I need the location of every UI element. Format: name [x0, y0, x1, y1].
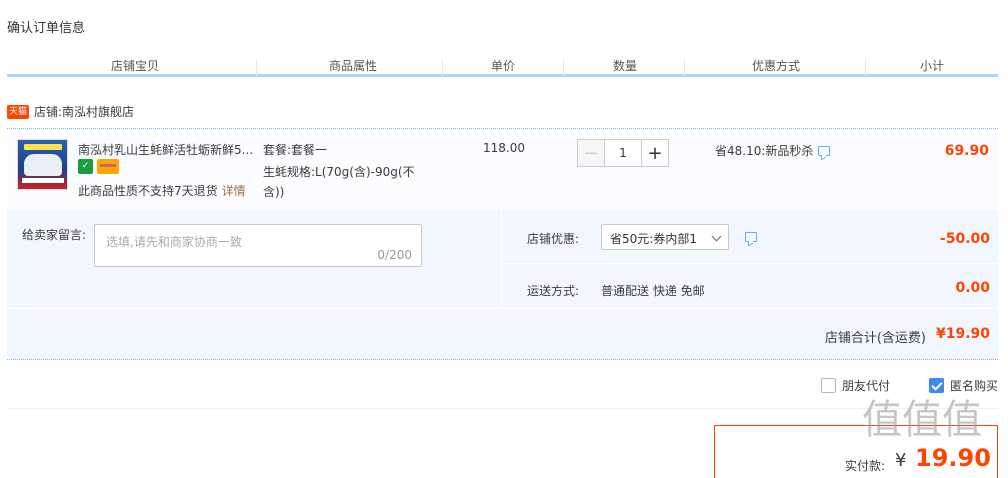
tmall-badge-icon: 天猫: [7, 104, 30, 119]
col-subtotal: 小计: [920, 59, 945, 73]
col-shop-item: 店铺宝贝: [111, 59, 160, 73]
shop-name-link[interactable]: 店铺:南泓村旗舰店: [34, 103, 134, 120]
col-divider: [684, 59, 685, 76]
shop-total-value: ¥19.90: [935, 326, 990, 342]
col-quantity: 数量: [613, 59, 638, 73]
attr-spec: 生蚝规格:L(70g(含)-90g(不含)): [263, 165, 415, 199]
col-unit-price: 单价: [491, 59, 516, 73]
col-discount: 优惠方式: [752, 59, 801, 73]
page-title: 确认订单信息: [7, 21, 86, 36]
col-divider: [563, 59, 564, 76]
anonymous-label: 匿名购买: [950, 379, 999, 393]
shipping-label: 运送方式:: [527, 284, 580, 298]
col-attributes: 商品属性: [329, 59, 378, 73]
shipping-price: 0.00: [955, 280, 990, 296]
message-char-count: 0/200: [377, 248, 412, 262]
order-extras-panel: 给卖家留言: 选填,请先和商家协商一致 0/200 店铺优惠: 省50元:券内部…: [7, 210, 998, 308]
quantity-decrease-button[interactable]: −: [577, 139, 605, 167]
shop-total-bar: 店铺合计(含运费) ¥19.90: [7, 309, 998, 360]
panel-divider: [502, 263, 998, 264]
friend-pay-checkbox[interactable]: [821, 378, 836, 393]
return-policy-text: 此商品性质不支持7天退货: [78, 184, 218, 198]
message-placeholder: 选填,请先和商家协商一致: [106, 235, 242, 249]
order-item-row: 南泓村乳山生蚝鲜活牡蛎新鲜5... ✓ 此商品性质不支持7天退货 详情 套餐:套餐…: [7, 128, 998, 210]
detail-link[interactable]: 详情: [222, 184, 246, 198]
payment-label: 实付款:: [845, 459, 886, 473]
coupon-select[interactable]: 省50元:券内部1: [601, 224, 729, 250]
quantity-increase-button[interactable]: +: [641, 139, 669, 167]
panel-divider: [501, 210, 502, 308]
unit-price: 118.00: [483, 141, 525, 155]
friend-pay-label: 朋友代付: [842, 379, 891, 393]
watermark-logo: 值值值: [862, 398, 982, 442]
chat-bubble-icon[interactable]: [818, 145, 831, 156]
shop-discount-label: 店铺优惠:: [527, 232, 580, 246]
chat-bubble-icon[interactable]: [745, 232, 757, 242]
column-header: 店铺宝贝 商品属性 单价 数量 优惠方式 小计: [7, 57, 998, 77]
anonymous-option[interactable]: 匿名购买: [929, 377, 998, 394]
service-icons: ✓: [78, 159, 119, 174]
attr-package: 套餐:套餐一: [263, 143, 328, 157]
message-label: 给卖家留言:: [22, 228, 87, 242]
chevron-down-icon: [711, 231, 722, 242]
item-subtotal: 69.90: [944, 143, 989, 159]
guarantee-icon[interactable]: ✓: [78, 159, 93, 174]
col-divider: [865, 59, 866, 76]
quantity-stepper: − 1 +: [577, 139, 669, 167]
payment-amount: 19.90: [915, 444, 991, 472]
quantity-input[interactable]: 1: [605, 139, 641, 167]
shop-line: 天猫 店铺:南泓村旗舰店: [7, 103, 134, 120]
shop-discount-value: -50.00: [939, 231, 990, 247]
col-divider: [442, 59, 443, 76]
watermark-text: 值值值: [862, 397, 982, 443]
friend-pay-option[interactable]: 朋友代付: [821, 377, 890, 394]
shop-total-label: 店铺合计(含运费): [824, 331, 926, 346]
coupon-selected-value: 省50元:券内部1: [610, 232, 697, 246]
anonymous-checkbox[interactable]: [929, 378, 944, 393]
product-thumbnail[interactable]: [17, 139, 68, 190]
payment-currency: ¥: [895, 450, 907, 471]
message-textarea[interactable]: 选填,请先和商家协商一致 0/200: [94, 224, 422, 267]
col-divider: [256, 59, 257, 76]
return-policy-note: 此商品性质不支持7天退货 详情: [78, 182, 246, 199]
product-title-link[interactable]: 南泓村乳山生蚝鲜活牡蛎新鲜5...: [78, 141, 258, 158]
credit-card-icon[interactable]: [97, 159, 119, 174]
item-discount: 省48.10:新品秒杀: [715, 142, 831, 159]
shipping-method: 普通配送 快递 免邮: [601, 284, 705, 298]
item-discount-text: 省48.10:新品秒杀: [715, 144, 814, 158]
divider: [7, 408, 998, 409]
